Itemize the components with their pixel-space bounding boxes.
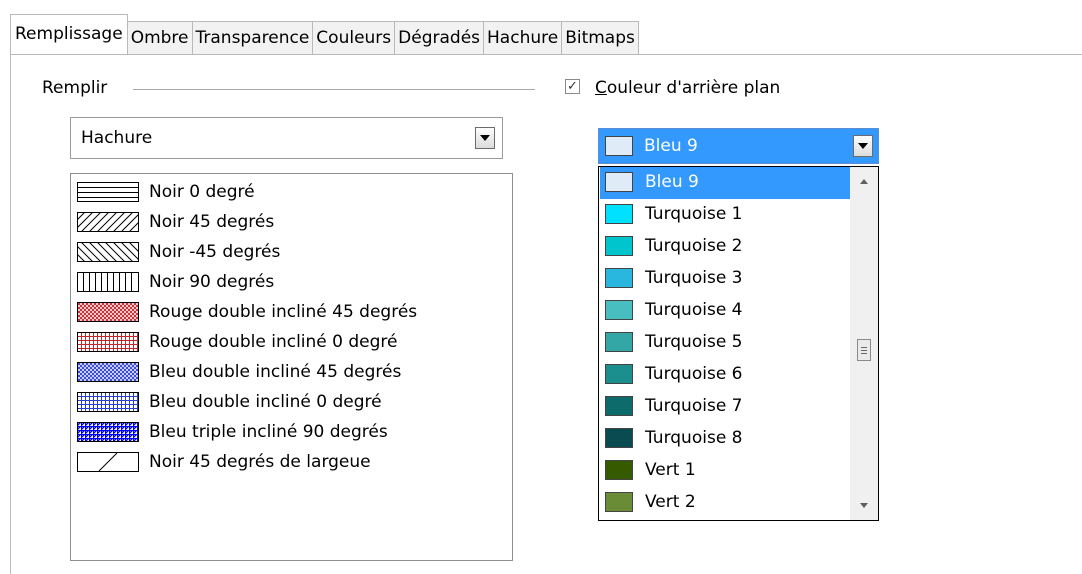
color-option-label: Turquoise 5 — [645, 332, 743, 352]
fill-group-separator — [133, 89, 535, 90]
hatch-diagonal-45-icon — [77, 212, 139, 232]
color-option-label: Turquoise 8 — [645, 428, 743, 448]
color-option-label: Turquoise 2 — [645, 236, 743, 256]
hatch-triple-blue-icon — [77, 422, 139, 442]
hatch-item[interactable]: Bleu double incliné 0 degré — [77, 388, 382, 416]
chevron-down-icon — [858, 143, 868, 149]
background-color-checkbox[interactable]: ✓ — [565, 79, 580, 94]
fill-type-select[interactable]: Hachure — [70, 117, 503, 159]
color-option[interactable]: Turquoise 2 — [600, 231, 850, 263]
hatch-horizontal-icon — [77, 182, 139, 202]
color-option-label: Turquoise 1 — [645, 204, 743, 224]
fill-group-label: Remplir — [42, 78, 108, 98]
hatch-cross-45-blue-icon — [77, 362, 139, 382]
fill-type-dropdown-button[interactable] — [475, 127, 495, 149]
hatch-item[interactable]: Rouge double incliné 0 degré — [77, 328, 397, 356]
color-swatch — [605, 492, 633, 512]
color-swatch — [605, 236, 633, 256]
color-option[interactable]: Vert 2 — [600, 487, 850, 519]
scroll-down-icon[interactable] — [860, 503, 868, 508]
tab-divider — [10, 54, 1082, 55]
hatch-item-label: Noir 45 degrés — [149, 212, 275, 232]
color-swatch — [605, 428, 633, 448]
color-option-label: Vert 2 — [645, 492, 696, 512]
hatch-item-label: Bleu double incliné 45 degrés — [149, 362, 402, 382]
background-color-label-mnemonic: C — [595, 78, 607, 98]
color-option[interactable]: Turquoise 7 — [600, 391, 850, 423]
color-option[interactable]: Turquoise 5 — [600, 327, 850, 359]
hatch-cross-0-blue-icon — [77, 392, 139, 412]
background-color-select[interactable]: Bleu 9 — [598, 128, 879, 164]
grip-line — [861, 350, 867, 351]
color-option-label: Vert 1 — [645, 460, 696, 480]
tab-bitmaps[interactable]: Bitmaps — [562, 21, 639, 54]
color-swatch — [605, 364, 633, 384]
tab-hachure[interactable]: Hachure — [484, 21, 563, 54]
background-color-dropdown-button[interactable] — [853, 135, 873, 157]
hatch-item[interactable]: Rouge double incliné 45 degrés — [77, 298, 417, 326]
color-swatch — [605, 172, 633, 192]
hatch-item[interactable]: Bleu triple incliné 90 degrés — [77, 418, 388, 446]
color-option[interactable]: Turquoise 8 — [600, 423, 850, 455]
panel-border — [10, 54, 11, 574]
hatch-wide-45-icon — [77, 452, 139, 472]
scroll-up-icon[interactable] — [860, 179, 868, 184]
color-option[interactable]: Vert 1 — [600, 455, 850, 487]
hatch-item-label: Noir 0 degré — [149, 182, 255, 202]
color-swatch — [605, 300, 633, 320]
hatch-item[interactable]: Noir -45 degrés — [77, 238, 280, 266]
background-color-dropdown-list[interactable]: Bleu 9 Turquoise 1 Turquoise 2 Turquoise… — [598, 166, 879, 521]
hatch-item[interactable]: Noir 0 degré — [77, 178, 255, 206]
hatch-item[interactable]: Noir 45 degrés de largeue — [77, 448, 371, 476]
color-swatch — [605, 268, 633, 288]
tab-transparence[interactable]: Transparence — [192, 21, 314, 54]
dropdown-scrollbar[interactable] — [850, 167, 878, 520]
chevron-down-icon — [480, 135, 490, 141]
background-color-label[interactable]: Couleur d'arrière plan — [595, 78, 780, 98]
hatch-item-label: Bleu triple incliné 90 degrés — [149, 422, 388, 442]
tab-ombre[interactable]: Ombre — [127, 21, 193, 54]
hatch-list[interactable]: Noir 0 degré Noir 45 degrés Noir -45 deg… — [70, 173, 513, 561]
hatch-item-label: Bleu double incliné 0 degré — [149, 392, 382, 412]
hatch-item-label: Rouge double incliné 0 degré — [149, 332, 398, 352]
hatch-item-label: Noir 45 degrés de largeue — [149, 452, 371, 472]
color-option-label: Bleu 9 — [645, 172, 699, 192]
color-swatch — [605, 332, 633, 352]
background-color-value: Bleu 9 — [644, 136, 698, 156]
color-swatch — [605, 460, 633, 480]
color-option[interactable]: Turquoise 3 — [600, 263, 850, 295]
color-option-label: Turquoise 6 — [645, 364, 743, 384]
color-option-selected[interactable]: Bleu 9 — [600, 167, 850, 199]
hatch-vertical-icon — [77, 272, 139, 292]
hatch-diagonal-minus-45-icon — [77, 242, 139, 262]
color-swatch — [605, 136, 633, 156]
grip-line — [861, 353, 867, 354]
grip-line — [861, 347, 867, 348]
scrollbar-thumb[interactable] — [857, 339, 871, 361]
hatch-item-label: Noir 90 degrés — [149, 272, 275, 292]
color-option-label: Turquoise 7 — [645, 396, 743, 416]
tab-degrades[interactable]: Dégradés — [395, 21, 485, 54]
background-color-label-text: ouleur d'arrière plan — [606, 78, 781, 98]
color-swatch — [605, 396, 633, 416]
color-option[interactable]: Turquoise 4 — [600, 295, 850, 327]
color-option[interactable]: Turquoise 6 — [600, 359, 850, 391]
hatch-item[interactable]: Noir 90 degrés — [77, 268, 274, 296]
tab-remplissage[interactable]: Remplissage — [10, 14, 128, 54]
hatch-cross-45-red-icon — [77, 302, 139, 322]
color-option[interactable]: Turquoise 1 — [600, 199, 850, 231]
hatch-cross-0-red-icon — [77, 332, 139, 352]
hatch-item[interactable]: Noir 45 degrés — [77, 208, 274, 236]
hatch-item[interactable]: Bleu double incliné 45 degrés — [77, 358, 401, 386]
tab-bar: Remplissage Ombre Transparence Couleurs … — [10, 14, 639, 54]
color-option-label: Turquoise 3 — [645, 268, 743, 288]
color-option-label: Turquoise 4 — [645, 300, 743, 320]
color-swatch — [605, 204, 633, 224]
hatch-item-label: Rouge double incliné 45 degrés — [149, 302, 418, 322]
tab-couleurs[interactable]: Couleurs — [313, 21, 396, 54]
hatch-item-label: Noir -45 degrés — [149, 242, 281, 262]
fill-type-value: Hachure — [81, 128, 153, 148]
